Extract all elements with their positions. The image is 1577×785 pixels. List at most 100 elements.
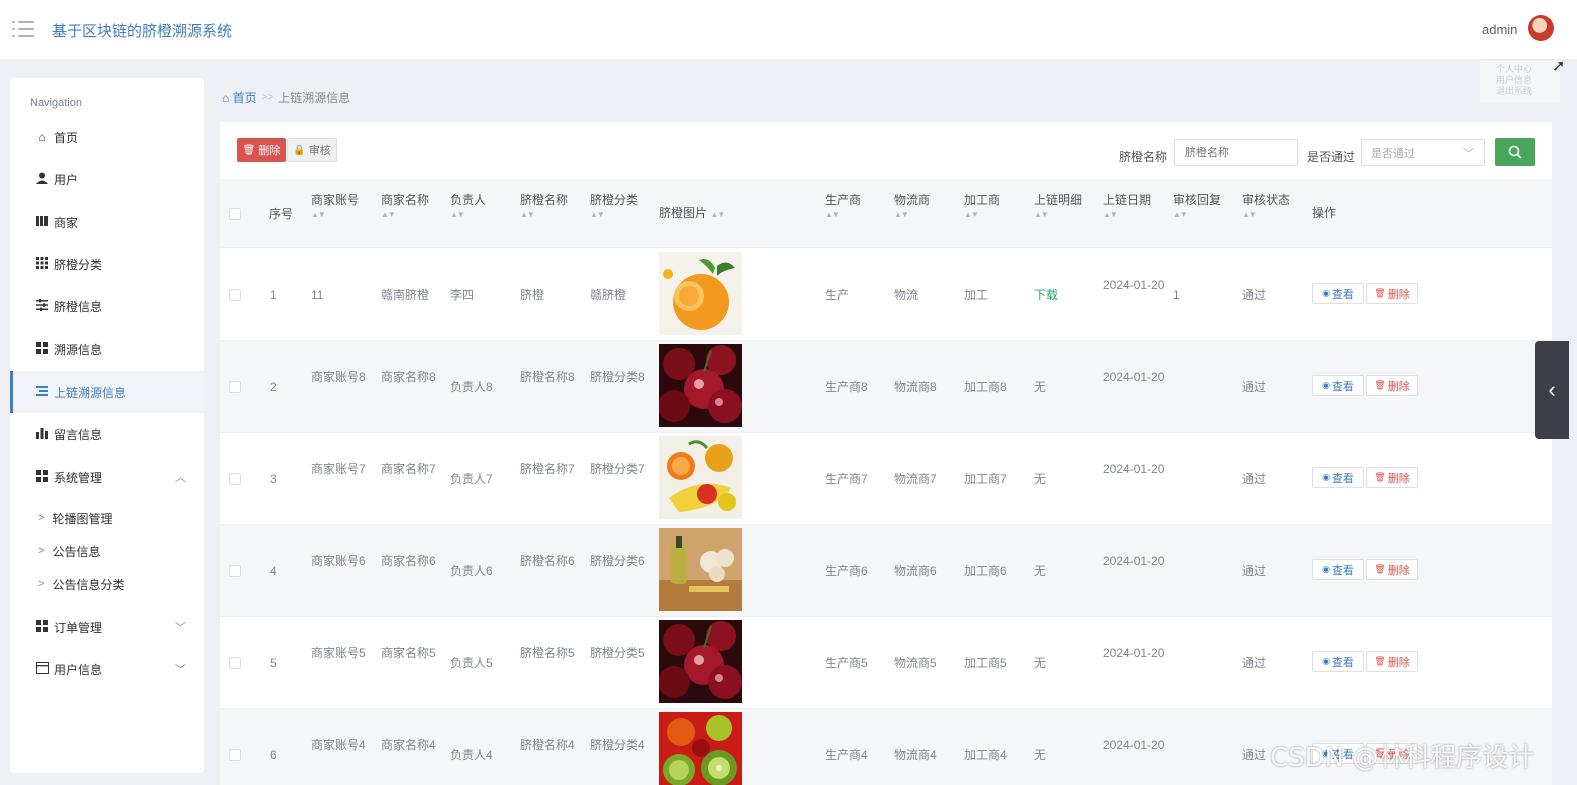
row-checkbox[interactable] (229, 565, 241, 577)
row-checkbox[interactable] (229, 749, 241, 761)
cell-owner: 负责人7 (450, 472, 493, 486)
sidebar-item-navel-category[interactable]: 脐橙分类 (10, 243, 204, 285)
cell-chain-detail: 无 (1034, 472, 1047, 486)
header-chain-detail[interactable]: 上链明细 ▲▼ (1034, 190, 1082, 220)
trash-icon: 🗑 (1374, 288, 1386, 298)
delete-button[interactable]: 🗑 删除 (1366, 651, 1418, 672)
cell-shop: 赣南脐橙 (381, 288, 430, 302)
row-checkbox[interactable] (229, 657, 241, 669)
navel-image-orange[interactable] (659, 252, 742, 335)
navel-image-cherries[interactable] (659, 620, 742, 703)
view-button[interactable]: ◉ 查看 (1312, 375, 1364, 396)
sidebar-item-system[interactable]: 系统管理 ︿ (10, 456, 204, 498)
cell-chain-date: 2024-01-20 (1103, 370, 1165, 384)
eye-icon: ◉ (1322, 472, 1330, 482)
search-button[interactable] (1495, 138, 1535, 166)
tiles-icon (35, 469, 49, 485)
cell-chain-detail: 无 (1034, 564, 1047, 578)
sidebar-item-merchant[interactable]: 商家 (10, 201, 204, 243)
cell-producer: 生产商4 (825, 748, 868, 762)
top-bar: 基于区块链的脐橙溯源系统 admin (0, 0, 1577, 60)
sidebar-subitem-notice[interactable]: > 公告信息 (10, 535, 204, 567)
sidebar-item-chain-trace[interactable]: 上链溯源信息 (10, 371, 204, 413)
cell-owner: 负责人4 (450, 748, 493, 762)
header-account[interactable]: 商家账号 ▲▼ (311, 190, 359, 220)
lock-icon: 🔒 (293, 144, 306, 156)
cell-logistics: 物流商7 (894, 472, 937, 486)
header-owner[interactable]: 负责人 ▲▼ (450, 190, 486, 220)
menu-toggle-icon[interactable] (12, 19, 34, 39)
batch-audit-button[interactable]: 🔒 审核 (287, 138, 337, 162)
cell-processor: 加工商6 (964, 564, 1007, 578)
batch-delete-button[interactable]: 🗑 删除 (237, 138, 286, 162)
cell-producer: 生产商7 (825, 472, 868, 486)
search-icon (1508, 145, 1522, 159)
cell-shop: 商家名称6 (381, 554, 436, 568)
header-processor[interactable]: 加工商 ▲▼ (964, 190, 1000, 220)
cell-chain-detail: 无 (1034, 380, 1047, 394)
sidebar-item-order[interactable]: 订单管理 ﹀ (10, 606, 204, 648)
view-button[interactable]: ◉ 查看 (1312, 467, 1364, 488)
trash-icon: 🗑 (1374, 472, 1386, 482)
delete-button[interactable]: 🗑 删除 (1366, 559, 1418, 580)
header-logistics[interactable]: 物流商 ▲▼ (894, 190, 930, 220)
navel-image-kiwi[interactable] (659, 712, 742, 785)
download-link[interactable]: 下载 (1034, 285, 1058, 305)
header-chain-date[interactable]: 上链日期 ▲▼ (1103, 190, 1151, 220)
table-row: 5 商家账号5 商家名称5 负责人5 脐橙名称5 脐橙分类5 生产商5 物流商5… (220, 617, 1552, 709)
sort-icon: ▲▼ (520, 210, 535, 219)
chevron-right-icon: > (38, 545, 45, 557)
header-shop[interactable]: 商家名称 ▲▼ (381, 190, 429, 220)
sidebar: Navigation ⌂ 首页 用户 商家 脐橙分类 脐橙信息 溯源信息 上链溯源… (10, 78, 204, 773)
navel-image-cherries[interactable] (659, 344, 742, 427)
name-search-input[interactable] (1174, 139, 1298, 166)
delete-button[interactable]: 🗑 删除 (1366, 467, 1418, 488)
tiles-icon (35, 341, 49, 357)
cell-logistics: 物流商5 (894, 656, 937, 670)
cell-shop: 商家名称4 (381, 738, 436, 752)
cell-chain-date: 2024-01-20 (1103, 278, 1165, 292)
select-all-checkbox[interactable] (229, 208, 241, 220)
sidebar-item-message[interactable]: 留言信息 (10, 413, 204, 455)
sidebar-item-home[interactable]: ⌂ 首页 (10, 116, 204, 158)
cell-navel-category: 脐橙分类8 (590, 370, 645, 384)
dropdown-item-logout[interactable]: 退出系统 (1496, 86, 1560, 97)
pass-filter-select[interactable]: 是否通过 ﹀ (1361, 139, 1485, 166)
collapse-panel-handle[interactable]: ‹ (1535, 341, 1569, 439)
sidebar-item-user-info[interactable]: 用户信息 ﹀ (10, 648, 204, 690)
header-audit-reply[interactable]: 审核回复 ▲▼ (1173, 190, 1221, 220)
sidebar-subitem-carousel[interactable]: > 轮播图管理 (10, 502, 204, 534)
delete-button[interactable]: 🗑 删除 (1366, 375, 1418, 396)
avatar[interactable] (1528, 15, 1554, 41)
cell-producer: 生产 (825, 288, 850, 302)
cell-no: 4 (270, 564, 277, 578)
breadcrumb-home[interactable]: ⌂ 首页 (222, 89, 257, 106)
header-audit-status[interactable]: 审核状态 ▲▼ (1242, 190, 1290, 220)
cell-account: 商家账号5 (311, 646, 366, 660)
user-name[interactable]: admin (1482, 22, 1517, 37)
header-producer[interactable]: 生产商 ▲▼ (825, 190, 861, 220)
header-navel-image[interactable]: 脐橙图片 ▲▼ (659, 203, 725, 223)
dropdown-item-user-info[interactable]: 用户信息 (1496, 75, 1560, 86)
navel-image-fruits[interactable] (659, 436, 742, 519)
cell-account: 商家账号6 (311, 554, 366, 568)
navel-image-oil[interactable] (659, 528, 742, 611)
row-checkbox[interactable] (229, 473, 241, 485)
row-checkbox[interactable] (229, 289, 241, 301)
view-button[interactable]: ◉ 查看 (1312, 283, 1364, 304)
sidebar-item-navel-info[interactable]: 脐橙信息 (10, 285, 204, 327)
dropdown-item-profile[interactable]: 个人中心 (1496, 64, 1560, 75)
cell-navel-name: 脐橙名称8 (520, 370, 575, 384)
sidebar-item-trace-info[interactable]: 溯源信息 (10, 328, 204, 370)
sidebar-item-user[interactable]: 用户 (10, 158, 204, 200)
row-checkbox[interactable] (229, 381, 241, 393)
sidebar-subitem-notice-category[interactable]: > 公告信息分类 (10, 568, 204, 600)
view-button[interactable]: ◉ 查看 (1312, 559, 1364, 580)
cell-processor: 加工商7 (964, 472, 1007, 486)
header-navel-category[interactable]: 脐橙分类 ▲▼ (590, 190, 638, 220)
table-row: 2 商家账号8 商家名称8 负责人8 脐橙名称8 脐橙分类8 生产商8 物流商8… (220, 341, 1552, 433)
header-navel-name[interactable]: 脐橙名称 ▲▼ (520, 190, 568, 220)
view-button[interactable]: ◉ 查看 (1312, 651, 1364, 672)
table-row: 3 商家账号7 商家名称7 负责人7 脐橙名称7 脐橙分类7 生产商7 物流商7… (220, 433, 1552, 525)
delete-button[interactable]: 🗑 删除 (1366, 283, 1418, 304)
